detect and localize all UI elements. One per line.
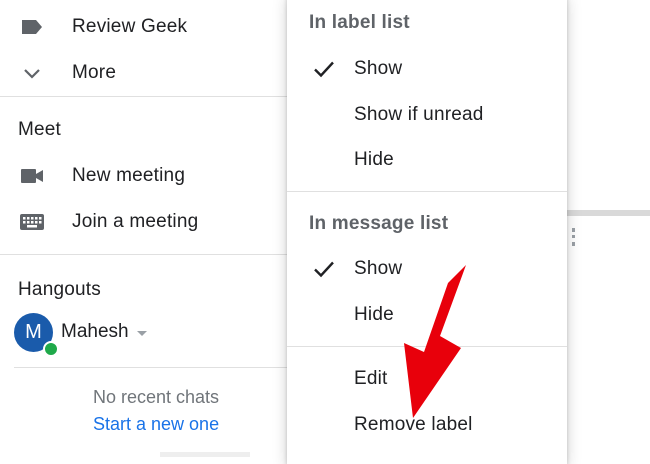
menu-divider bbox=[287, 191, 567, 192]
checkmark-icon bbox=[314, 61, 334, 78]
videocam-icon bbox=[19, 163, 45, 189]
join-meeting-button[interactable]: Join a meeting bbox=[0, 202, 290, 242]
option-label: Remove label bbox=[354, 414, 473, 435]
message-list-show-option[interactable]: Show bbox=[287, 249, 567, 289]
new-meeting-label: New meeting bbox=[72, 165, 186, 186]
menu-divider bbox=[287, 346, 567, 347]
label-list-show-option[interactable]: Show bbox=[287, 49, 567, 89]
keyboard-icon bbox=[19, 209, 45, 235]
avatar-initial: M bbox=[25, 321, 42, 343]
sidebar-label-review-geek[interactable]: Review Geek bbox=[0, 7, 290, 47]
bottom-strip bbox=[160, 452, 250, 457]
sidebar-divider bbox=[14, 367, 290, 368]
option-label: Hide bbox=[354, 304, 394, 325]
caret-down-icon bbox=[136, 330, 147, 336]
message-list-hide-option[interactable]: Hide bbox=[287, 295, 567, 335]
in-label-list-heading: In label list bbox=[309, 12, 410, 33]
new-meeting-button[interactable]: New meeting bbox=[0, 156, 290, 196]
sidebar-more-toggle[interactable]: More bbox=[0, 53, 290, 93]
join-meeting-label: Join a meeting bbox=[72, 211, 199, 232]
sidebar-divider bbox=[0, 254, 290, 255]
label-tag-icon bbox=[19, 14, 45, 40]
option-label: Hide bbox=[354, 149, 394, 170]
option-label: Show if unread bbox=[354, 104, 484, 125]
sidebar-divider bbox=[0, 96, 290, 97]
hangouts-user-name: Mahesh bbox=[61, 321, 129, 342]
background-progress-bar bbox=[566, 210, 650, 216]
edit-label-option[interactable]: Edit bbox=[287, 359, 567, 399]
in-message-list-heading: In message list bbox=[309, 213, 449, 234]
chevron-down-icon bbox=[19, 60, 45, 86]
label-list-show-if-unread-option[interactable]: Show if unread bbox=[287, 95, 567, 135]
no-recent-chats-text: No recent chats bbox=[93, 387, 220, 407]
option-label: Edit bbox=[354, 368, 388, 389]
label-list-hide-option[interactable]: Hide bbox=[287, 140, 567, 180]
option-label: Show bbox=[354, 258, 403, 279]
online-status-dot bbox=[43, 341, 59, 357]
hangouts-section-title: Hangouts bbox=[18, 279, 101, 300]
label-options-menu: In label list Show Show if unread Hide I… bbox=[287, 0, 567, 464]
start-new-chat-link[interactable]: Start a new one bbox=[93, 414, 219, 435]
left-sidebar: Review Geek More Meet New meeting Join a… bbox=[0, 0, 290, 457]
hangouts-user-switcher[interactable]: Mahesh bbox=[61, 321, 147, 343]
sidebar-label-text: Review Geek bbox=[72, 16, 188, 37]
remove-label-option[interactable]: Remove label bbox=[287, 405, 567, 445]
option-label: Show bbox=[354, 58, 403, 79]
meet-section-title: Meet bbox=[18, 119, 62, 140]
checkmark-icon bbox=[314, 261, 334, 278]
sidebar-more-label: More bbox=[72, 62, 117, 83]
